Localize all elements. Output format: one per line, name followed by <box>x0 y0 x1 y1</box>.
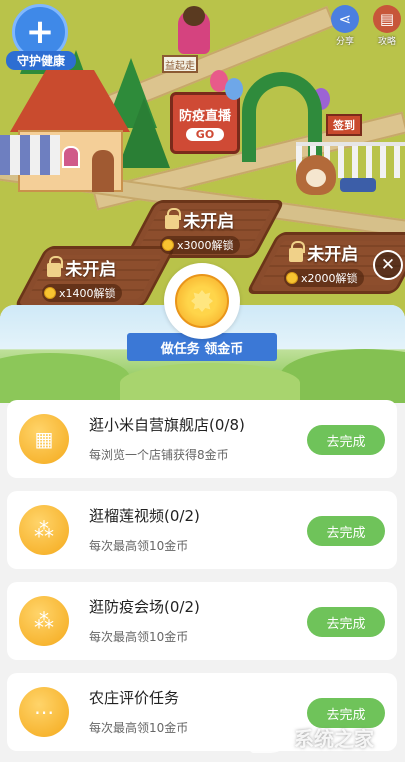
plot-lock: 未开启 x3000解锁 <box>160 207 240 254</box>
plot-lock: 未开启 x1400解锁 <box>42 255 122 302</box>
go-complete-button[interactable]: 去完成 <box>307 607 385 637</box>
chat-icon: ⋯ <box>19 687 69 737</box>
plot-lock: 未开启 x2000解锁 <box>284 240 364 287</box>
task-title: 逛榴莲视频(0/2) <box>89 507 200 525</box>
task-panel: 做任务 领金币 ▦ 逛小米自营旗舰店(0/8) 每浏览一个店铺获得8金币 去完成… <box>0 305 405 762</box>
live-board-title: 防疫直播 <box>178 109 231 124</box>
live-broadcast-board[interactable]: 防疫直播 GO <box>170 92 240 154</box>
coin-icon <box>162 239 174 251</box>
book-icon: ▤ <box>373 5 401 33</box>
padlock-icon <box>165 208 182 229</box>
share-icon: ⋖ <box>331 5 359 33</box>
street-sign[interactable]: 益起走 <box>162 55 198 73</box>
coin-icon <box>286 272 298 284</box>
health-badge-label: 守护健康 <box>6 51 76 70</box>
task-title: 农庄评价任务 <box>89 689 180 707</box>
shop-awning <box>0 135 60 175</box>
footprints-icon: ⁂ <box>19 596 69 646</box>
task-item: ⁂ 逛防疫会场(0/2) 每次最高领10金币 去完成 <box>7 582 397 660</box>
go-complete-button[interactable]: 去完成 <box>307 425 385 455</box>
checkin-sign[interactable]: 签到 <box>326 114 362 136</box>
balloon <box>225 78 243 100</box>
task-description: 每次最高领10金币 <box>89 630 189 644</box>
close-button[interactable]: ✕ <box>373 250 403 280</box>
task-description: 每次最高领10金币 <box>89 539 189 553</box>
watermark-text: 系统之家 <box>294 726 374 751</box>
task-title: 逛小米自营旗舰店(0/8) <box>89 416 245 434</box>
live-board-go: GO <box>185 128 225 141</box>
girl-character[interactable] <box>178 6 210 54</box>
padlock-icon <box>47 256 64 277</box>
footprints-icon: ⁂ <box>19 505 69 555</box>
watermark: 系统之家 <box>250 715 405 759</box>
guide-button[interactable]: ▤ 攻略 <box>372 5 402 47</box>
task-description: 每次最高领10金币 <box>89 721 189 735</box>
coin-icon <box>44 287 56 299</box>
watermark-logo-icon <box>250 721 290 753</box>
share-label: 分享 <box>335 37 354 47</box>
padlock-icon <box>289 241 306 262</box>
task-item: ⁂ 逛榴莲视频(0/2) 每次最高领10金币 去完成 <box>7 491 397 569</box>
task-item: ▦ 逛小米自营旗舰店(0/8) 每浏览一个店铺获得8金币 去完成 <box>7 400 397 478</box>
gold-coin-icon <box>164 263 240 339</box>
share-button[interactable]: ⋖ 分享 <box>330 5 360 47</box>
task-description: 每浏览一个店铺获得8金币 <box>89 448 229 462</box>
go-complete-button[interactable]: 去完成 <box>307 516 385 546</box>
close-icon: ✕ <box>380 255 396 275</box>
health-badge[interactable]: + 守护健康 <box>6 4 76 70</box>
dog-bowl <box>340 178 376 192</box>
shop-icon: ▦ <box>19 414 69 464</box>
task-title: 逛防疫会场(0/2) <box>89 598 200 616</box>
dog-character[interactable] <box>296 155 336 195</box>
farmhouse <box>0 70 135 195</box>
guide-label: 攻略 <box>377 37 396 47</box>
